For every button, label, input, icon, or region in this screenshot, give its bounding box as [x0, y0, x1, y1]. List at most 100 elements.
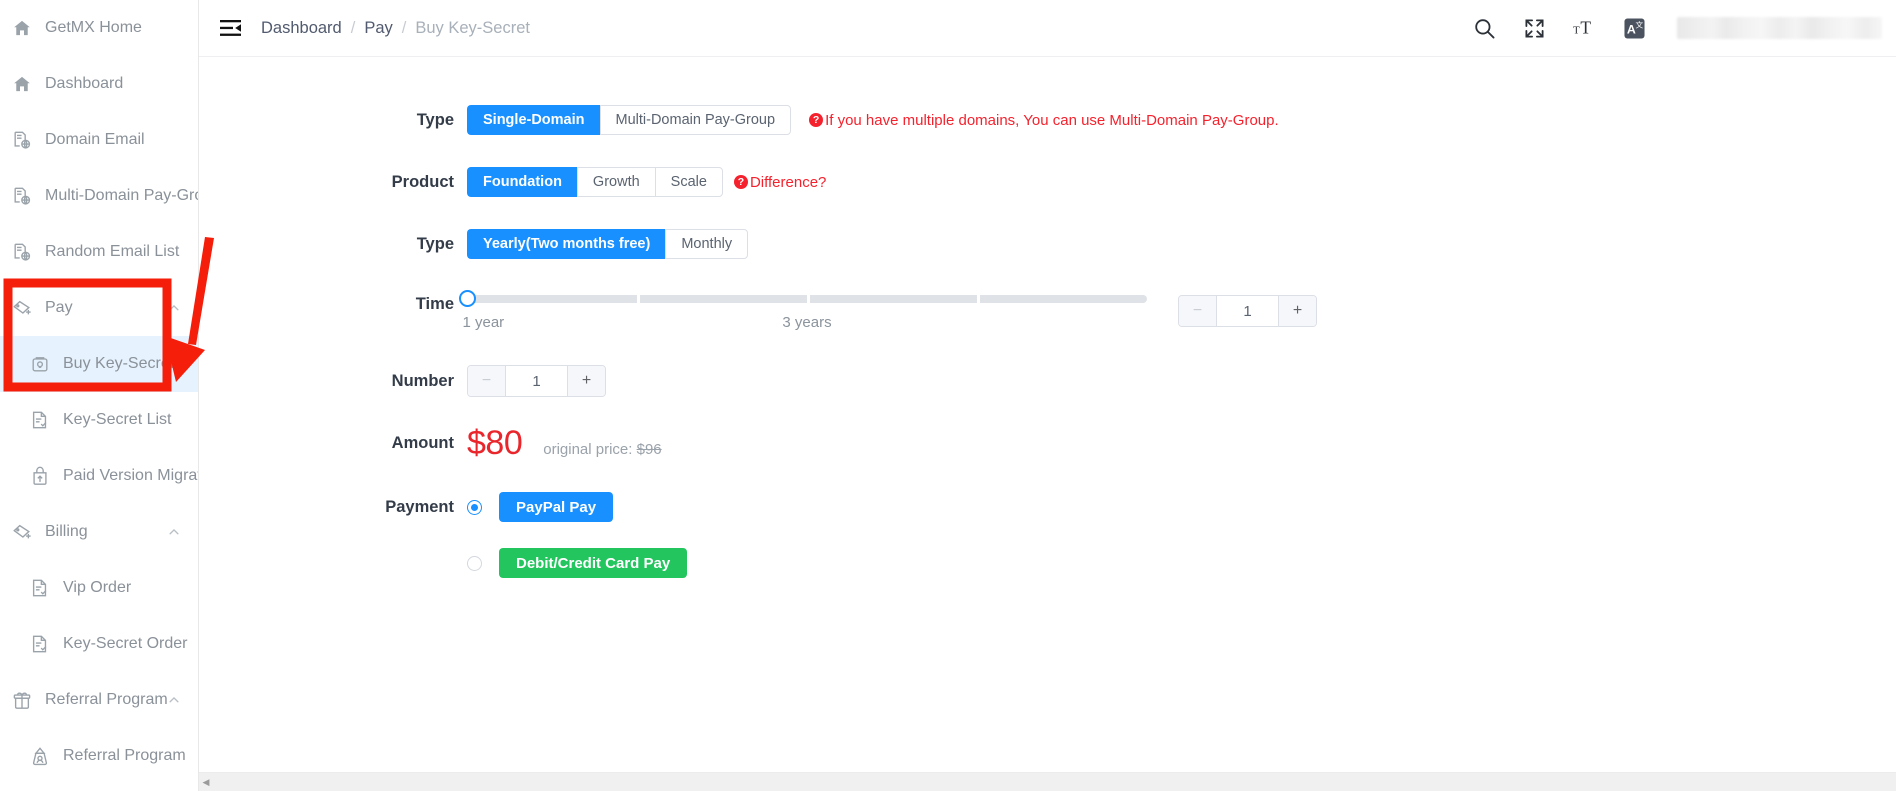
amount-original-prefix: original price: — [543, 441, 637, 458]
globe-doc-icon — [11, 185, 33, 207]
top-bar: Dashboard / Pay / Buy Key-Secret T T A 文 — [199, 0, 1896, 57]
billing-period-option-monthly[interactable]: Monthly — [665, 229, 749, 259]
number-row-label: Number — [391, 371, 454, 390]
type-button-group: Single-Domain Multi-Domain Pay-Group — [467, 105, 792, 135]
sidebar-item-label: Paid Version Migration — [63, 467, 198, 484]
sidebar-item-multi-domain-pay-group[interactable]: Multi-Domain Pay-Group — [0, 168, 198, 224]
sidebar-item-label: Referral Program — [45, 691, 168, 708]
type-row: Type Single-Domain Multi-Domain Pay-Grou… — [199, 103, 1896, 137]
globe-doc-icon — [11, 129, 33, 151]
type-option-multi-domain-pay-group[interactable]: Multi-Domain Pay-Group — [599, 105, 792, 135]
sidebar-item-random-email-list[interactable]: Random Email List — [0, 224, 198, 280]
breadcrumb: Dashboard / Pay / Buy Key-Secret — [261, 19, 530, 38]
svg-text:A: A — [1626, 22, 1635, 36]
number-stepper-increment[interactable]: + — [567, 366, 605, 396]
search-icon[interactable] — [1471, 15, 1497, 41]
sidebar-item-paid-version-migration[interactable]: Paid Version Migration — [0, 448, 198, 504]
doc-check-icon — [29, 409, 51, 431]
payment-row-label: Payment — [385, 497, 454, 516]
product-option-growth[interactable]: Growth — [576, 167, 655, 197]
product-button-group: Foundation Growth Scale — [467, 167, 723, 197]
number-stepper-value[interactable]: 1 — [506, 366, 567, 396]
sidebar-item-billing[interactable]: Billing — [0, 504, 198, 560]
paypal-pay-button[interactable]: PayPal Pay — [499, 492, 614, 522]
sidebar-item-getmx-home[interactable]: GetMX Home — [0, 0, 198, 56]
time-stepper-decrement[interactable]: − — [1179, 296, 1217, 326]
sidebar-item-label: Dashboard — [45, 75, 124, 92]
product-option-scale[interactable]: Scale — [654, 167, 723, 197]
sidebar-item-dashboard[interactable]: Dashboard — [0, 56, 198, 112]
gift-icon — [11, 689, 33, 711]
time-slider-handle[interactable] — [459, 290, 476, 307]
breadcrumb-item-pay[interactable]: Pay — [364, 19, 392, 38]
time-row: Time 1 year 3 years − 1 + — [199, 290, 1896, 336]
globe-doc-icon — [11, 241, 33, 263]
time-slider[interactable] — [459, 290, 1147, 307]
svg-text:T: T — [1573, 25, 1580, 37]
content-area: Type Single-Domain Multi-Domain Pay-Grou… — [199, 57, 1896, 791]
slider-mark-1-year: 1 year — [462, 314, 505, 331]
product-difference-link[interactable]: ? Difference? — [733, 174, 826, 191]
sidebar-item-pay[interactable]: Pay — [0, 280, 198, 336]
hamburger-collapse-icon[interactable] — [217, 15, 243, 41]
sidebar-item-referred-user-list[interactable]: Referred User List — [0, 784, 198, 791]
amount-row: Amount $80 original price: $96 — [199, 426, 1896, 460]
time-stepper-value[interactable]: 1 — [1217, 296, 1278, 326]
sidebar-item-label: Random Email List — [45, 243, 180, 260]
product-option-foundation[interactable]: Foundation — [467, 167, 577, 197]
time-slider-marks: 1 year 3 years — [462, 314, 1147, 336]
time-row-label: Time — [415, 295, 454, 313]
font-size-icon[interactable]: T T — [1571, 15, 1597, 41]
amount-original-price: $96 — [636, 441, 662, 458]
type-hint-text: If you have multiple domains, You can us… — [825, 111, 1279, 129]
debit-credit-card-pay-button[interactable]: Debit/Credit Card Pay — [499, 548, 688, 578]
translate-icon[interactable]: A 文 — [1621, 15, 1647, 41]
scroll-left-arrow-icon[interactable]: ◀ — [199, 773, 213, 791]
breadcrumb-separator: / — [401, 18, 407, 37]
payment-radio-card[interactable] — [467, 555, 482, 571]
pay-tag-icon — [11, 297, 33, 319]
sidebar-item-referral-program[interactable]: Referral Program — [0, 728, 198, 784]
time-stepper-increment[interactable]: + — [1278, 296, 1316, 326]
sidebar-item-label: Key-Secret Order — [63, 635, 188, 652]
sidebar-item-key-secret-order[interactable]: Key-Secret Order — [0, 616, 198, 672]
sidebar-item-key-secret-list[interactable]: Key-Secret List — [0, 392, 198, 448]
chevron-up-icon[interactable] — [168, 301, 180, 313]
content-scroll-viewport: Type Single-Domain Multi-Domain Pay-Grou… — [199, 57, 1896, 772]
sidebar-item-label: GetMX Home — [45, 19, 142, 36]
horizontal-scrollbar[interactable]: ◀ — [199, 772, 1896, 791]
sidebar-item-domain-email[interactable]: Domain Email — [0, 112, 198, 168]
type-option-single-domain[interactable]: Single-Domain — [467, 105, 600, 135]
sidebar-item-vip-order[interactable]: Vip Order — [0, 560, 198, 616]
slider-tick — [807, 295, 810, 303]
chevron-up-icon[interactable] — [168, 525, 180, 537]
svg-text:T: T — [1580, 18, 1591, 38]
sidebar-item-label: Vip Order — [63, 579, 132, 596]
buy-key-secret-form: Type Single-Domain Multi-Domain Pay-Grou… — [199, 57, 1896, 580]
chevron-up-icon[interactable] — [168, 693, 180, 705]
time-slider-wrap: 1 year 3 years − 1 + — [459, 290, 1317, 336]
billing-period-button-group: Yearly(Two months free) Monthly — [467, 229, 749, 259]
user-account-name-blurred[interactable] — [1677, 17, 1882, 39]
billing-period-option-yearly[interactable]: Yearly(Two months free) — [467, 229, 666, 259]
type-hint: ? If you have multiple domains, You can … — [809, 112, 1279, 129]
app-root: GetMX Home Dashboard Domain Email Multi-Dom… — [0, 0, 1896, 791]
sidebar-nav-list: GetMX Home Dashboard Domain Email Multi-Dom… — [0, 0, 198, 791]
payment-row-paypal: Payment PayPal Pay — [199, 490, 1896, 524]
lock-box-icon — [29, 353, 51, 375]
sidebar-item-buy-key-secret[interactable]: Buy Key-Secret — [0, 336, 198, 392]
slider-tick — [637, 295, 640, 303]
fullscreen-icon[interactable] — [1521, 15, 1547, 41]
payment-radio-paypal[interactable] — [467, 499, 482, 515]
question-mark-icon: ? — [733, 175, 748, 189]
number-stepper-decrement[interactable]: − — [468, 366, 506, 396]
sidebar-item-label: Billing — [45, 523, 88, 540]
sidebar-item-referral-program[interactable]: Referral Program — [0, 672, 198, 728]
top-bar-actions: T T A 文 — [1471, 15, 1882, 41]
sidebar-item-label: Referral Program — [63, 747, 186, 764]
breadcrumb-item-dashboard[interactable]: Dashboard — [261, 19, 342, 38]
billing-period-row: Type Yearly(Two months free) Monthly — [199, 227, 1896, 261]
slider-mark-3-years: 3 years — [782, 314, 832, 331]
number-row: Number − 1 + — [199, 364, 1896, 398]
sidebar-item-label: Multi-Domain Pay-Group — [45, 187, 198, 204]
